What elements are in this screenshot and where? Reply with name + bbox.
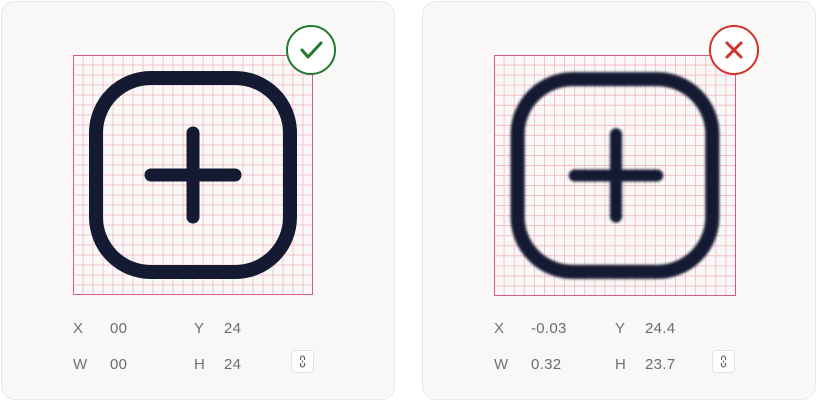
- y-label: Y: [615, 320, 626, 337]
- correct-example-card: X 00 Y 24 W 00 H 24: [1, 1, 395, 400]
- aspect-lock-icon: [299, 355, 306, 368]
- h-value[interactable]: 23.7: [645, 356, 675, 373]
- incorrect-example-card: X -0.03 Y 24.4 W 0.32 H 23.7: [422, 1, 816, 400]
- h-label: H: [194, 356, 206, 373]
- cross-icon: [725, 41, 743, 59]
- x-label: X: [73, 320, 84, 337]
- w-value[interactable]: 0.32: [531, 356, 561, 373]
- aspect-lock-button[interactable]: [291, 350, 314, 373]
- w-label: W: [73, 356, 88, 373]
- property-panel: X 00 Y 24 W 00 H 24: [73, 320, 373, 380]
- y-value[interactable]: 24.4: [645, 320, 675, 337]
- aspect-lock-button[interactable]: [712, 350, 735, 373]
- h-value[interactable]: 24: [224, 356, 241, 373]
- pixel-grid: [494, 55, 736, 296]
- x-value[interactable]: 00: [110, 320, 127, 337]
- incorrect-badge: [709, 25, 759, 75]
- w-label: W: [494, 356, 509, 373]
- y-value[interactable]: 24: [224, 320, 241, 337]
- pixel-grid: [73, 55, 313, 295]
- property-panel: X -0.03 Y 24.4 W 0.32 H 23.7: [494, 320, 794, 380]
- aspect-lock-icon: [720, 355, 727, 368]
- w-value[interactable]: 00: [110, 356, 127, 373]
- h-label: H: [615, 356, 627, 373]
- checkmark-icon: [300, 41, 323, 59]
- correct-badge: [286, 25, 336, 75]
- x-label: X: [494, 320, 505, 337]
- y-label: Y: [194, 320, 205, 337]
- x-value[interactable]: -0.03: [531, 320, 567, 337]
- plus-square-icon: [510, 72, 720, 279]
- plus-square-icon: [89, 71, 297, 279]
